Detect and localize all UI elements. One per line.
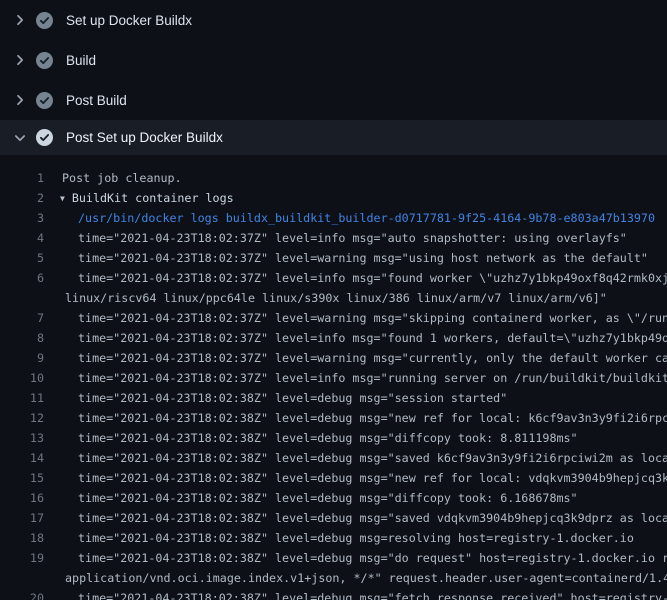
- step-title: Set up Docker Buildx: [66, 13, 192, 28]
- check-circle-icon: [36, 12, 53, 29]
- log-line-text: time="2021-04-23T18:02:38Z" level=debug …: [44, 388, 667, 408]
- log-line-text: time="2021-04-23T18:02:37Z" level=info m…: [44, 328, 667, 348]
- log-line-text: time="2021-04-23T18:02:38Z" level=debug …: [44, 528, 667, 548]
- check-circle-icon: [36, 52, 53, 69]
- log-line[interactable]: 8time="2021-04-23T18:02:37Z" level=info …: [0, 328, 667, 348]
- log-line[interactable]: 6time="2021-04-23T18:02:37Z" level=info …: [0, 268, 667, 288]
- log-line-number[interactable]: 13: [0, 428, 44, 448]
- log-line[interactable]: 19time="2021-04-23T18:02:38Z" level=debu…: [0, 548, 667, 568]
- step-header-post-build[interactable]: Post Build: [0, 80, 667, 120]
- log-line-text: time="2021-04-23T18:02:38Z" level=debug …: [44, 408, 667, 428]
- log-line-text: time="2021-04-23T18:02:38Z" level=debug …: [44, 488, 667, 508]
- log-line-text: time="2021-04-23T18:02:38Z" level=debug …: [44, 448, 667, 468]
- log-line-number[interactable]: 1: [0, 168, 44, 188]
- log-line-number[interactable]: 15: [0, 468, 44, 488]
- log-line[interactable]: linux/riscv64 linux/ppc64le linux/s390x …: [0, 288, 667, 308]
- log-line[interactable]: 13time="2021-04-23T18:02:38Z" level=debu…: [0, 428, 667, 448]
- log-line[interactable]: 15time="2021-04-23T18:02:38Z" level=debu…: [0, 468, 667, 488]
- log-line-number[interactable]: 9: [0, 348, 44, 368]
- job-steps-list: Set up Docker Buildx Build Post Build Post …: [0, 0, 667, 155]
- log-line-number[interactable]: 5: [0, 248, 44, 268]
- log-line-text: time="2021-04-23T18:02:37Z" level=info m…: [44, 368, 667, 388]
- log-line-number: [0, 568, 44, 588]
- step-title: Post Build: [66, 93, 127, 108]
- log-line[interactable]: 10time="2021-04-23T18:02:37Z" level=info…: [0, 368, 667, 388]
- log-line[interactable]: 18time="2021-04-23T18:02:38Z" level=debu…: [0, 528, 667, 548]
- log-line-number: [0, 288, 44, 308]
- log-line[interactable]: 3/usr/bin/docker logs buildx_buildkit_bu…: [0, 208, 667, 228]
- log-line-text: time="2021-04-23T18:02:37Z" level=info m…: [44, 228, 667, 248]
- log-line[interactable]: 12time="2021-04-23T18:02:38Z" level=debu…: [0, 408, 667, 428]
- chevron-right-icon[interactable]: [12, 52, 28, 68]
- log-line-number[interactable]: 18: [0, 528, 44, 548]
- log-line-text: ▼ BuildKit container logs: [44, 188, 667, 208]
- log-line-number[interactable]: 12: [0, 408, 44, 428]
- caret-down-icon[interactable]: ▼: [60, 189, 65, 208]
- workflow-job-log-panel: Set up Docker Buildx Build Post Build Post …: [0, 0, 667, 600]
- log-command-text: /usr/bin/docker logs buildx_buildkit_bui…: [44, 208, 667, 228]
- log-line-text: time="2021-04-23T18:02:37Z" level=info m…: [44, 268, 667, 288]
- log-line-number[interactable]: 16: [0, 488, 44, 508]
- log-line[interactable]: 14time="2021-04-23T18:02:38Z" level=debu…: [0, 448, 667, 468]
- log-line[interactable]: 16time="2021-04-23T18:02:38Z" level=debu…: [0, 488, 667, 508]
- log-group-title: BuildKit container logs: [72, 191, 234, 205]
- log-line[interactable]: 20time="2021-04-23T18:02:38Z" level=debu…: [0, 588, 667, 600]
- check-circle-icon: [36, 92, 53, 109]
- log-line[interactable]: application/vnd.oci.image.index.v1+json,…: [0, 568, 667, 588]
- log-line-text: time="2021-04-23T18:02:38Z" level=debug …: [44, 468, 667, 488]
- log-line[interactable]: 5time="2021-04-23T18:02:37Z" level=warni…: [0, 248, 667, 268]
- log-line-text: time="2021-04-23T18:02:37Z" level=warnin…: [44, 248, 667, 268]
- log-line-text: time="2021-04-23T18:02:37Z" level=warnin…: [44, 308, 667, 328]
- step-header-post-set-up-docker-buildx[interactable]: Post Set up Docker Buildx: [0, 120, 667, 155]
- log-line-text: application/vnd.oci.image.index.v1+json,…: [44, 568, 667, 588]
- log-line-number[interactable]: 19: [0, 548, 44, 568]
- log-line-number[interactable]: 7: [0, 308, 44, 328]
- log-line[interactable]: 11time="2021-04-23T18:02:38Z" level=debu…: [0, 388, 667, 408]
- log-line-number[interactable]: 8: [0, 328, 44, 348]
- log-line[interactable]: 17time="2021-04-23T18:02:38Z" level=debu…: [0, 508, 667, 528]
- chevron-right-icon[interactable]: [12, 12, 28, 28]
- log-line-text: time="2021-04-23T18:02:38Z" level=debug …: [44, 588, 667, 600]
- log-line-number[interactable]: 2: [0, 188, 44, 208]
- step-title: Post Set up Docker Buildx: [66, 130, 223, 145]
- log-line-number[interactable]: 17: [0, 508, 44, 528]
- step-log-output: 1Post job cleanup.2 ▼ BuildKit container l…: [0, 155, 667, 600]
- chevron-down-icon[interactable]: [12, 130, 28, 146]
- log-line[interactable]: 2 ▼ BuildKit container logs: [0, 188, 667, 208]
- log-line-number[interactable]: 6: [0, 268, 44, 288]
- log-line-number[interactable]: 10: [0, 368, 44, 388]
- log-line[interactable]: 7time="2021-04-23T18:02:37Z" level=warni…: [0, 308, 667, 328]
- check-circle-icon: [36, 129, 53, 146]
- log-line-text: time="2021-04-23T18:02:38Z" level=debug …: [44, 548, 667, 568]
- step-title: Build: [66, 53, 96, 68]
- log-line-text: time="2021-04-23T18:02:38Z" level=debug …: [44, 428, 667, 448]
- log-line[interactable]: 1Post job cleanup.: [0, 168, 667, 188]
- log-line-text: Post job cleanup.: [44, 168, 667, 188]
- log-line-number[interactable]: 20: [0, 588, 44, 600]
- log-line-number[interactable]: 11: [0, 388, 44, 408]
- log-line-number[interactable]: 3: [0, 208, 44, 228]
- log-line-number[interactable]: 4: [0, 228, 44, 248]
- log-line[interactable]: 4time="2021-04-23T18:02:37Z" level=info …: [0, 228, 667, 248]
- log-line-number[interactable]: 14: [0, 448, 44, 468]
- log-line-text: linux/riscv64 linux/ppc64le linux/s390x …: [44, 288, 667, 308]
- log-line[interactable]: 9time="2021-04-23T18:02:37Z" level=warni…: [0, 348, 667, 368]
- chevron-right-icon[interactable]: [12, 92, 28, 108]
- step-header-build[interactable]: Build: [0, 40, 667, 80]
- step-header-set-up-docker-buildx[interactable]: Set up Docker Buildx: [0, 0, 667, 40]
- log-line-text: time="2021-04-23T18:02:38Z" level=debug …: [44, 508, 667, 528]
- log-line-text: time="2021-04-23T18:02:37Z" level=warnin…: [44, 348, 667, 368]
